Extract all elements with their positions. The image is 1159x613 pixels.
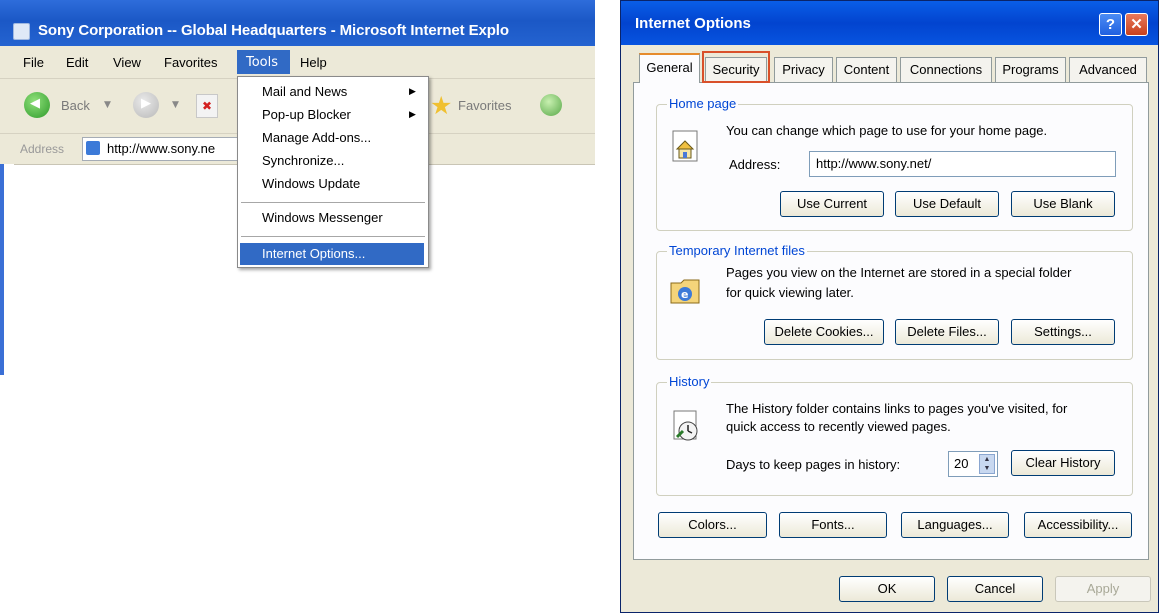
temporary-files-group-label: Temporary Internet files <box>667 243 807 258</box>
history-description-line-2: quick access to recently viewed pages. <box>726 419 951 434</box>
favorites-star-icon[interactable]: ★ <box>430 93 452 118</box>
submenu-arrow-icon: ▶ <box>409 110 416 120</box>
ie-window: Sony Corporation -- Global Headquarters … <box>0 0 595 375</box>
menu-edit[interactable]: Edit <box>66 55 88 70</box>
home-page-address-input[interactable]: http://www.sony.net/ <box>809 151 1116 177</box>
history-group: History The History folder contains link… <box>656 374 1133 496</box>
history-clock-icon <box>673 410 698 441</box>
address-value: http://www.sony.ne <box>107 141 216 156</box>
history-group-label: History <box>667 374 712 389</box>
languages-button[interactable]: Languages... <box>901 512 1009 538</box>
address-label: Address <box>20 142 65 156</box>
back-button-label[interactable]: Back <box>61 98 90 113</box>
tab-advanced[interactable]: Advanced <box>1069 57 1147 82</box>
home-address-label: Address: <box>729 157 781 172</box>
days-to-keep-value: 20 <box>954 456 969 471</box>
dialog-title-bar: Internet Options ? ✕ <box>621 1 1158 45</box>
use-default-button[interactable]: Use Default <box>895 191 999 217</box>
menu-item-mail-and-news[interactable]: Mail and News <box>262 84 347 99</box>
back-arrow-icon[interactable] <box>24 92 50 118</box>
media-icon[interactable] <box>540 94 562 116</box>
favorites-button-label[interactable]: Favorites <box>458 98 511 113</box>
delete-files-button[interactable]: Delete Files... <box>895 319 999 345</box>
tab-general[interactable]: General <box>639 53 700 83</box>
menu-item-synchronize[interactable]: Synchronize... <box>262 153 344 168</box>
menu-favorites[interactable]: Favorites <box>164 55 217 70</box>
dialog-title: Internet Options <box>635 15 751 32</box>
days-to-keep-label: Days to keep pages in history: <box>726 457 901 472</box>
history-description-line-1: The History folder contains links to pag… <box>726 401 1068 416</box>
temporary-internet-files-group: Temporary Internet files e Pages you vie… <box>656 243 1133 360</box>
menu-item-popup-blocker[interactable]: Pop-up Blocker <box>262 107 351 122</box>
ie-title-bar: Sony Corporation -- Global Headquarters … <box>0 0 595 46</box>
ie-page-icon <box>86 141 100 155</box>
address-input[interactable]: http://www.sony.ne <box>82 137 244 161</box>
settings-button[interactable]: Settings... <box>1011 319 1115 345</box>
tools-dropdown-menu: Mail and News ▶ Pop-up Blocker ▶ Manage … <box>237 76 429 268</box>
tab-programs[interactable]: Programs <box>995 57 1066 82</box>
menu-separator <box>241 202 425 203</box>
back-dropdown-icon[interactable]: ▼ <box>104 100 111 110</box>
menu-tools-label: Tools <box>246 55 279 70</box>
home-page-description: You can change which page to use for you… <box>726 123 1048 138</box>
temp-files-description-line-2: for quick viewing later. <box>726 285 854 300</box>
menu-separator <box>241 236 425 237</box>
submenu-arrow-icon: ▶ <box>409 87 416 97</box>
menu-view[interactable]: View <box>113 55 141 70</box>
svg-text:e: e <box>681 288 688 301</box>
folder-ie-icon: e <box>670 279 700 304</box>
ie-menu-bar: File Edit View Favorites Tools Help <box>0 46 595 79</box>
ie-window-frame <box>0 164 14 375</box>
days-to-keep-spinner[interactable]: 20 ▲ ▼ <box>948 451 998 477</box>
menu-item-manage-addons[interactable]: Manage Add-ons... <box>262 130 371 145</box>
stop-icon[interactable]: ✖ <box>196 94 218 118</box>
temp-files-description-line-1: Pages you view on the Internet are store… <box>726 265 1072 280</box>
help-button[interactable]: ? <box>1099 13 1122 36</box>
tab-content[interactable]: Content <box>836 57 897 82</box>
fonts-button[interactable]: Fonts... <box>779 512 887 538</box>
accessibility-button[interactable]: Accessibility... <box>1024 512 1132 538</box>
home-page-icon <box>672 130 698 162</box>
ie-window-title: Sony Corporation -- Global Headquarters … <box>38 22 509 39</box>
tab-privacy[interactable]: Privacy <box>774 57 833 82</box>
menu-file[interactable]: File <box>23 55 44 70</box>
use-blank-button[interactable]: Use Blank <box>1011 191 1115 217</box>
home-page-group: Home page You can change which page to u… <box>656 96 1133 231</box>
menu-item-windows-update[interactable]: Windows Update <box>262 176 360 191</box>
menu-item-windows-messenger[interactable]: Windows Messenger <box>262 210 383 225</box>
spinner-arrows-icon[interactable]: ▲ ▼ <box>979 454 995 474</box>
forward-arrow-icon[interactable] <box>133 92 159 118</box>
forward-dropdown-icon[interactable]: ▼ <box>172 100 179 110</box>
delete-cookies-button[interactable]: Delete Cookies... <box>764 319 884 345</box>
colors-button[interactable]: Colors... <box>658 512 767 538</box>
close-button[interactable]: ✕ <box>1125 13 1148 36</box>
menu-help[interactable]: Help <box>300 55 327 70</box>
menu-item-internet-options[interactable]: Internet Options... <box>240 243 424 265</box>
menu-tools[interactable]: Tools <box>237 50 290 74</box>
cancel-button[interactable]: Cancel <box>947 576 1043 602</box>
ie-page-icon <box>13 23 30 40</box>
use-current-button[interactable]: Use Current <box>780 191 884 217</box>
internet-options-dialog: Internet Options ? ✕ General Security Pr… <box>620 0 1159 613</box>
security-tab-highlight <box>702 51 770 83</box>
clear-history-button[interactable]: Clear History <box>1011 450 1115 476</box>
tab-connections[interactable]: Connections <box>900 57 992 82</box>
ok-button[interactable]: OK <box>839 576 935 602</box>
home-page-group-label: Home page <box>667 96 739 111</box>
menu-item-internet-options-label: Internet Options... <box>262 246 366 261</box>
apply-button: Apply <box>1055 576 1151 602</box>
